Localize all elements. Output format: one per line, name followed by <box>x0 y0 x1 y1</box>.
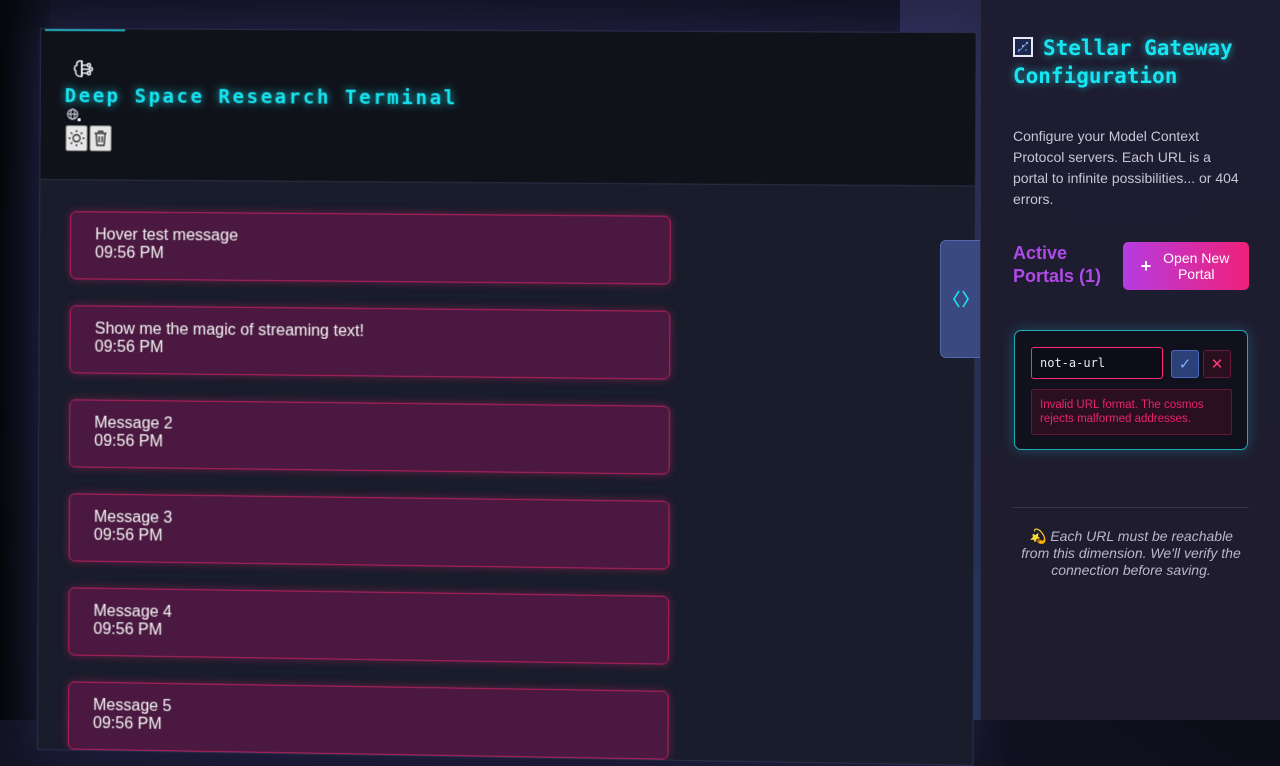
config-sidebar: Stellar Gateway Configuration Configure … <box>980 0 1280 720</box>
terminal-header: Deep Space Research Terminal <box>40 29 975 187</box>
theme-toggle-button[interactable] <box>65 125 87 151</box>
terminal-panel: Deep Space Research Terminal Hover tes <box>37 28 977 766</box>
stars-image-icon <box>1013 37 1033 57</box>
sidebar-note: 💫 Each URL must be reachable from this d… <box>1015 528 1247 579</box>
message-bubble[interactable]: Message 5 09:56 PM <box>68 681 669 759</box>
clear-chat-button[interactable] <box>89 125 111 151</box>
active-portals-label: Active Portals (1) <box>1013 242 1123 288</box>
sidebar-description: Configure your Model Context Protocol se… <box>1013 126 1243 210</box>
plus-icon: + <box>1141 258 1152 274</box>
message-bubble[interactable]: Message 2 09:56 PM <box>69 399 670 474</box>
cancel-button[interactable]: ✕ <box>1203 350 1231 378</box>
message-time: 09:56 PM <box>95 244 645 267</box>
sidebar-collapse-tab[interactable] <box>940 240 980 358</box>
message-list: Hover test message 09:56 PM Show me the … <box>70 211 677 216</box>
sidebar-note-text: Each URL must be reachable from this dim… <box>1021 528 1241 578</box>
sidebar-title-text: Stellar Gateway Configuration <box>1013 36 1233 88</box>
brain-icon <box>71 57 95 81</box>
url-error-message: Invalid URL format. The cosmos rejects m… <box>1031 389 1232 435</box>
message-bubble[interactable]: Hover test message 09:56 PM <box>70 211 671 284</box>
dizzy-icon: 💫 <box>1029 528 1046 544</box>
message-bubble[interactable]: Message 3 09:56 PM <box>69 493 670 569</box>
portal-card: ✓ ✕ Invalid URL format. The cosmos rejec… <box>1014 330 1248 450</box>
trash-icon <box>93 129 109 147</box>
message-bubble[interactable]: Show me the magic of streaming text! 09:… <box>69 305 670 379</box>
sidebar-divider <box>1013 507 1249 508</box>
confirm-button[interactable]: ✓ <box>1171 350 1199 378</box>
open-new-portal-button[interactable]: + Open New Portal <box>1123 242 1249 290</box>
header-accent-line <box>45 29 125 31</box>
portal-url-input[interactable] <box>1031 347 1163 379</box>
sidebar-title: Stellar Gateway Configuration <box>1013 34 1253 90</box>
terminal-title: Deep Space Research Terminal <box>65 85 458 109</box>
sun-icon <box>67 129 85 147</box>
check-icon: ✓ <box>1179 355 1192 373</box>
message-bubble[interactable]: Message 4 09:56 PM <box>68 587 669 664</box>
close-icon: ✕ <box>1211 355 1224 373</box>
collapse-chevrons-icon <box>952 288 970 310</box>
open-new-portal-label: Open New Portal <box>1161 250 1231 282</box>
network-status-icon <box>66 108 82 122</box>
